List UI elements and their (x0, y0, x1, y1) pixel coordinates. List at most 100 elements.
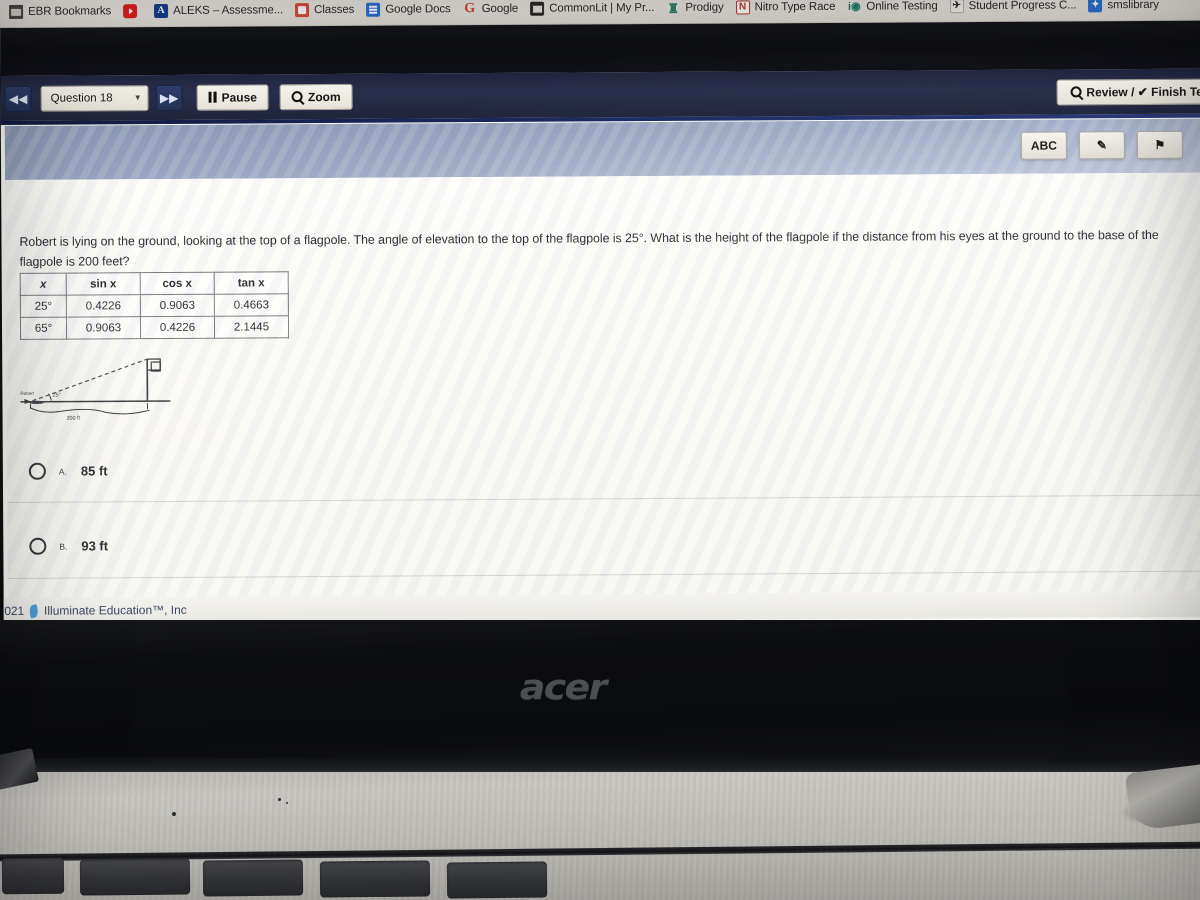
online-testing-icon: i◉ (848, 0, 861, 13)
bookmark-label: Google Docs (385, 3, 451, 16)
magnifier-icon (1070, 86, 1082, 98)
next-question-button-wrapper: ▶▶ (155, 84, 183, 111)
choice-divider (7, 570, 1200, 579)
spellcheck-button[interactable]: ABC (1020, 131, 1067, 160)
bookmark-classes[interactable]: Classes (290, 0, 361, 21)
dust-speck (278, 798, 281, 801)
bookmark-label: Student Progress C... (968, 0, 1077, 13)
nitro-type-icon: N (735, 0, 750, 15)
keyboard-key[interactable] (319, 860, 431, 898)
smslibrary-icon: ✦ (1088, 0, 1103, 13)
pause-icon (208, 91, 217, 103)
table-cell: 0.9063 (66, 316, 141, 340)
zoom-label: Zoom (307, 89, 341, 104)
photo-of-laptop-screen: EBR Bookmarks A ALEKS – Assessme... Clas… (0, 0, 1200, 900)
previous-question-button[interactable]: ◀◀ (4, 85, 32, 112)
google-icon: G (464, 2, 476, 17)
answer-choice-b[interactable]: B. 93 ft (29, 537, 109, 555)
trig-values-table: x sin x cos x tan x 25° 0.4226 0.9063 0.… (19, 271, 290, 340)
bookmark-google-docs[interactable]: Google Docs (361, 0, 458, 21)
table-header-cell: x (20, 273, 67, 296)
pause-label: Pause (221, 89, 257, 105)
figure-distance-label: 200 ft (67, 416, 81, 422)
table-cell: 65° (20, 317, 67, 340)
answer-choice-a[interactable]: A. 85 ft (28, 462, 108, 480)
bookmark-aleks[interactable]: A ALEKS – Assessme... (149, 0, 290, 22)
table-header-cell: tan x (214, 271, 289, 295)
table-cell: 0.9063 (140, 294, 215, 317)
zoom-button[interactable]: Zoom (279, 83, 353, 110)
bookmark-label: Online Testing (866, 0, 938, 13)
dust-speck (286, 802, 288, 804)
bookmark-smslibrary[interactable]: ✦ smslibrary (1083, 0, 1166, 16)
footer-company: Illuminate Education™, Inc (43, 602, 187, 618)
illuminate-logo-icon (29, 603, 39, 618)
bookmark-label: Prodigy (685, 1, 724, 14)
bookmark-label: Classes (314, 3, 355, 17)
bookmark-online-testing[interactable]: i◉ Online Testing (842, 0, 944, 18)
choice-letter: A. (58, 466, 67, 477)
radio-button-b[interactable] (29, 537, 47, 555)
keyboard-key[interactable] (202, 859, 304, 897)
choice-text: 93 ft (81, 538, 109, 554)
table-cell: 2.1445 (214, 315, 289, 339)
keyboard-key[interactable] (446, 861, 548, 899)
prodigy-icon: ♜ (667, 0, 680, 15)
figure-angle-label: 25° (52, 393, 61, 399)
commonlit-icon (530, 1, 545, 16)
choice-divider (7, 494, 1200, 503)
laptop-bezel: acer (0, 620, 1200, 765)
bookmark-label: smslibrary (1107, 0, 1159, 12)
dust-speck (172, 812, 176, 816)
bookmark-prodigy[interactable]: ♜ Prodigy (661, 0, 730, 19)
bookmark-google[interactable]: G Google (458, 0, 526, 20)
question-select[interactable]: Question 18 ▼ (40, 84, 149, 112)
table-cell: 0.4663 (214, 293, 289, 317)
bookmark-student-progress[interactable]: ✈ Student Progress C... (945, 0, 1084, 17)
footer-year: 2021 (0, 603, 25, 619)
magnifier-icon (291, 91, 303, 103)
choice-text: 85 ft (80, 463, 108, 479)
radio-button-a[interactable] (28, 462, 46, 480)
annotate-button[interactable]: ✎ (1078, 131, 1125, 160)
table-header-cell: sin x (66, 272, 141, 296)
review-finish-label: Review / ✔ Finish Test (1086, 84, 1200, 99)
table-cell: 25° (20, 295, 67, 318)
table-header-cell: cos x (140, 272, 215, 295)
bookmark-label: Nitro Type Race (754, 0, 836, 14)
folder-icon (9, 4, 24, 19)
classes-icon (295, 3, 310, 18)
review-finish-test-button[interactable]: Review / ✔ Finish Test (1056, 78, 1200, 106)
bookmark-ebr-bookmarks[interactable]: EBR Bookmarks (4, 0, 118, 23)
bookmark-label: EBR Bookmarks (28, 5, 112, 18)
bookmark-label: Google (481, 2, 519, 16)
bookmark-youtube[interactable] (118, 0, 149, 22)
table-header-row: x sin x cos x tan x (20, 271, 289, 296)
bookmark-nitro-type-race[interactable]: N Nitro Type Race (731, 0, 843, 19)
bookmark-label: ALEKS – Assessme... (173, 4, 284, 17)
choice-letter: B. (59, 541, 68, 552)
keyboard-key[interactable] (1, 857, 65, 895)
flag-button[interactable]: ⚑ (1136, 130, 1183, 160)
annotation-tools-group: ABC ✎ ⚑ (1020, 130, 1183, 160)
question-select-value: Question 18 (50, 91, 113, 105)
question-content-area: Robert is lying on the ground, looking a… (5, 172, 1200, 625)
keyboard-key[interactable] (79, 858, 191, 896)
next-question-button[interactable]: ▶▶ (155, 84, 183, 111)
laptop-screen: EBR Bookmarks A ALEKS – Assessme... Clas… (0, 0, 1200, 628)
pause-button[interactable]: Pause (196, 83, 270, 111)
table-cell: 0.4226 (140, 316, 215, 339)
aleks-icon: A (154, 3, 169, 19)
bookmark-commonlit[interactable]: CommonLit | My Pr... (525, 0, 661, 20)
youtube-icon (123, 4, 138, 19)
acer-brand-logo: acer (519, 668, 607, 708)
table-row: 65° 0.9063 0.4226 2.1445 (20, 315, 289, 340)
question-stem: Robert is lying on the ground, looking a… (19, 227, 1159, 269)
student-progress-icon: ✈ (949, 0, 964, 14)
test-navigation-toolbar: ◀◀ Question 18 ▼ ▶▶ Pause Zoom Review / … (0, 68, 1200, 122)
laptop-base (0, 772, 1200, 900)
table-cell: 0.4226 (66, 294, 141, 318)
table-row: 25° 0.4226 0.9063 0.4663 (20, 293, 289, 318)
flagpole-diagram: Robert 25° 200 ft (20, 358, 171, 422)
chevron-down-icon: ▼ (133, 93, 142, 103)
